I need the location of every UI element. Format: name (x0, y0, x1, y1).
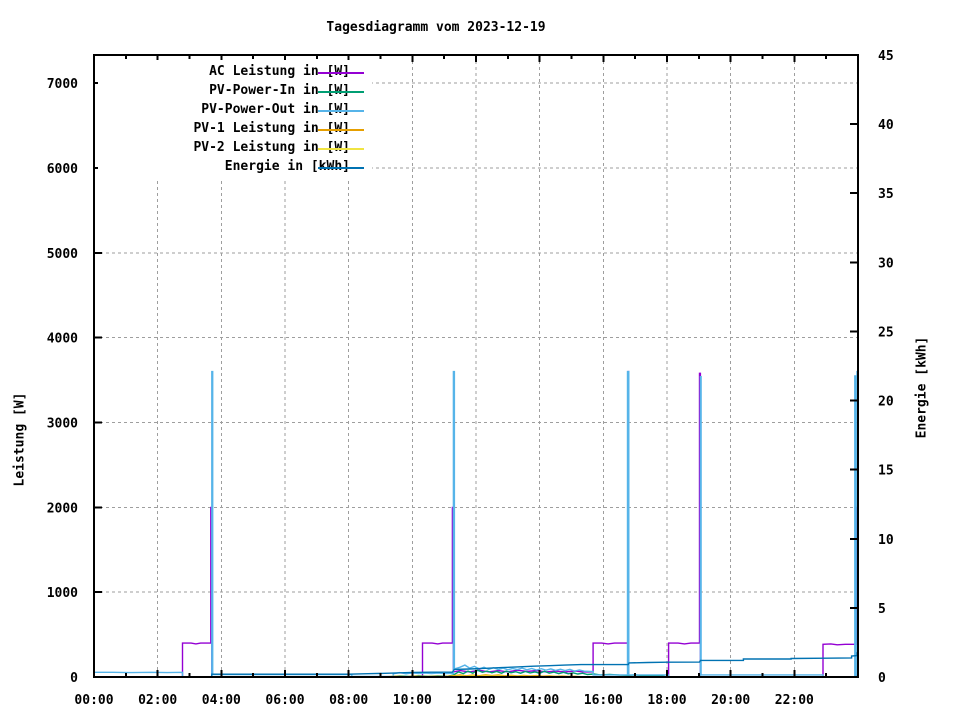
svg-text:20:00: 20:00 (711, 693, 750, 708)
legend-entry-label: PV-Power-Out in [W] (201, 102, 350, 117)
svg-text:20: 20 (878, 395, 894, 410)
y-right-tick-labels: 0 5 10 15 20 25 30 35 40 45 (878, 49, 894, 686)
svg-text:3000: 3000 (47, 417, 78, 432)
legend-entry-label: PV-1 Leistung in [W] (193, 121, 350, 136)
chart-stage: 00:00 02:00 04:00 06:00 08:00 10:00 12:00 14:00… (0, 0, 960, 720)
y-axis-left-label: Leistung [W] (12, 392, 28, 487)
legend-sample-line (318, 167, 364, 169)
svg-text:30: 30 (878, 256, 894, 271)
svg-text:14:00: 14:00 (520, 693, 559, 708)
legend-sample-line (318, 129, 364, 131)
series-energie (138, 651, 859, 678)
x-tick-labels: 00:00 02:00 04:00 06:00 08:00 10:00 12:00 14:00… (74, 693, 814, 708)
legend-sample-line (318, 72, 364, 74)
svg-text:06:00: 06:00 (265, 693, 304, 708)
legend-entry-pv-power-out: PV-Power-Out in [W] (98, 100, 372, 119)
legend-entry-label: Energie in [kWh] (224, 159, 350, 174)
svg-text:4000: 4000 (47, 332, 78, 347)
svg-text:25: 25 (878, 325, 894, 340)
svg-text:7000: 7000 (47, 77, 78, 92)
chart-title: Tagesdiagramm vom 2023-12-19 (326, 20, 546, 35)
y-axis-right-label: Energie [kWh] (914, 336, 930, 439)
legend: AC Leistung in [W] PV-Power-In in [W] PV-P… (98, 60, 372, 178)
svg-text:0: 0 (70, 671, 78, 686)
svg-text:12:00: 12:00 (456, 693, 495, 708)
legend-entry-label: AC Leistung in [W] (209, 64, 350, 79)
svg-text:5000: 5000 (47, 247, 78, 262)
legend-entry-label: PV-Power-In in [W] (209, 83, 350, 98)
svg-text:45: 45 (878, 49, 894, 64)
legend-entry-energie: Energie in [kWh] (98, 157, 372, 176)
svg-text:15: 15 (878, 464, 894, 479)
legend-entry-pv-power-in: PV-Power-In in [W] (98, 81, 372, 100)
svg-text:10: 10 (878, 533, 894, 548)
svg-text:5: 5 (878, 602, 886, 617)
svg-text:08:00: 08:00 (329, 693, 368, 708)
legend-entry-pv-1-leistung: PV-1 Leistung in [W] (98, 119, 372, 138)
legend-sample-line (318, 148, 364, 150)
svg-text:18:00: 18:00 (647, 693, 686, 708)
y-left-tick-labels: 0 1000 2000 3000 4000 5000 6000 7000 (47, 77, 78, 686)
legend-sample-line (318, 91, 364, 93)
svg-text:04:00: 04:00 (202, 693, 241, 708)
svg-text:00:00: 00:00 (74, 693, 113, 708)
svg-text:1000: 1000 (47, 586, 78, 601)
legend-entry-ac-leistung: AC Leistung in [W] (98, 62, 372, 81)
legend-entry-label: PV-2 Leistung in [W] (193, 140, 350, 155)
svg-text:35: 35 (878, 187, 894, 202)
svg-text:16:00: 16:00 (584, 693, 623, 708)
svg-text:6000: 6000 (47, 162, 78, 177)
svg-text:10:00: 10:00 (393, 693, 432, 708)
svg-text:02:00: 02:00 (138, 693, 177, 708)
svg-text:40: 40 (878, 118, 894, 133)
legend-entry-pv-2-leistung: PV-2 Leistung in [W] (98, 138, 372, 157)
svg-text:0: 0 (878, 671, 886, 686)
svg-text:2000: 2000 (47, 501, 78, 516)
legend-sample-line (318, 110, 364, 112)
svg-text:22:00: 22:00 (775, 693, 814, 708)
